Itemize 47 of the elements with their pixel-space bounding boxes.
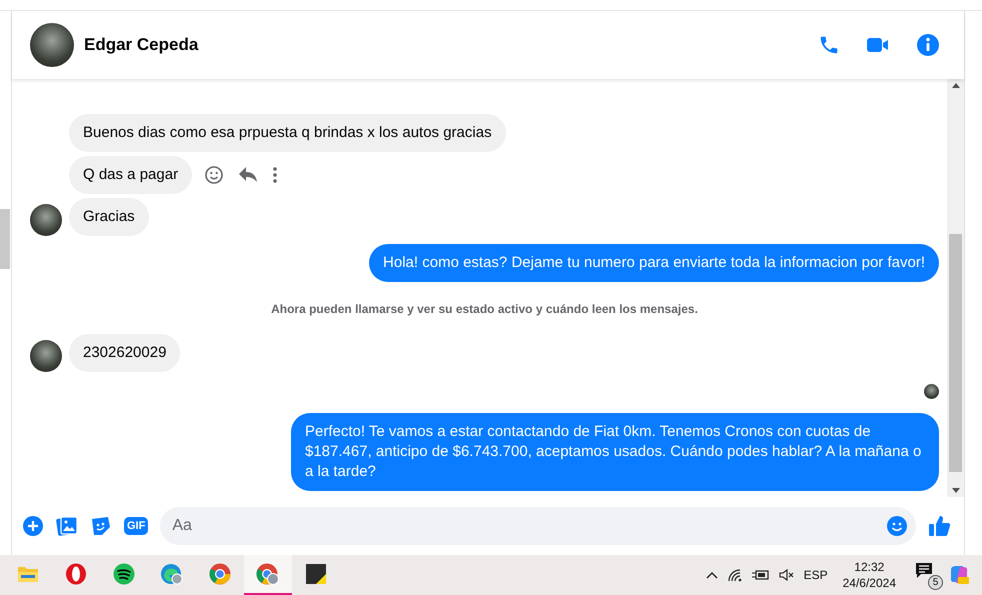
notification-count: 5 <box>928 575 943 590</box>
scrollbar-thumb[interactable] <box>949 234 962 472</box>
clock[interactable]: 12:32 24/6/2024 <box>842 559 896 591</box>
image-icon[interactable] <box>56 515 78 537</box>
input-language[interactable]: ESP <box>804 568 828 582</box>
contact-avatar[interactable] <box>30 204 62 236</box>
seen-avatar <box>924 384 939 399</box>
battery-icon[interactable] <box>752 569 770 581</box>
info-icon[interactable] <box>916 33 940 57</box>
message-bubble: Hola! como estas? Dejame tu numero para enviarte toda la informacion por favor! <box>369 244 939 282</box>
message-bubble: Buenos dias como esa prpuesta q brindas x los autos gracias <box>69 114 506 152</box>
contact-name[interactable]: Edgar Cepeda <box>84 35 198 55</box>
clock-time: 12:32 <box>854 559 884 575</box>
contact-avatar[interactable] <box>30 340 62 372</box>
add-icon[interactable] <box>22 515 44 537</box>
chevron-up-icon[interactable] <box>706 571 718 579</box>
chrome-icon <box>209 563 231 585</box>
scrollbar-thumb[interactable] <box>0 209 10 269</box>
phone-icon[interactable] <box>818 34 840 56</box>
clock-date: 24/6/2024 <box>842 575 896 591</box>
system-notice: Ahora pueden llamarse y ver su estado activo y cuándo leen los mensajes. <box>271 302 698 316</box>
copilot-icon[interactable] <box>948 564 970 586</box>
scroll-up-icon[interactable] <box>952 83 960 88</box>
gif-button[interactable]: GIF <box>124 517 148 535</box>
emoji-icon[interactable] <box>886 515 908 537</box>
reply-icon[interactable] <box>238 166 258 184</box>
opera-icon <box>65 563 87 585</box>
video-camera-icon[interactable] <box>866 35 890 55</box>
message-bubble: Perfecto! Te vamos a estar contactando de Fiat 0km. Tenemos Cronos con cuotas de $187.467, anticipo de $6.743.700, aceptamos usados. Cuándo podes hablar? A la mañana o a la tarde? <box>291 413 939 491</box>
spotify-icon <box>113 563 135 585</box>
message-bubble: Gracias <box>69 198 149 236</box>
chrome-profile-icon <box>256 563 280 585</box>
sticker-icon[interactable] <box>90 515 112 537</box>
thumbs-up-icon[interactable] <box>928 514 952 538</box>
smiley-icon[interactable] <box>204 165 224 185</box>
muted-speaker-icon[interactable] <box>778 569 795 581</box>
sticky-note-icon <box>305 563 327 585</box>
more-icon[interactable] <box>272 166 278 184</box>
message-bubble: 2302620029 <box>69 334 180 372</box>
message-bubble: Q das a pagar <box>69 156 192 194</box>
notification-icon[interactable] <box>915 562 933 580</box>
scroll-down-icon[interactable] <box>952 488 960 493</box>
folder-icon <box>17 564 39 584</box>
message-input[interactable]: Aa <box>160 507 916 545</box>
wifi-icon[interactable] <box>726 568 743 582</box>
contact-avatar[interactable] <box>30 23 74 67</box>
edge-profile-icon <box>160 563 184 585</box>
